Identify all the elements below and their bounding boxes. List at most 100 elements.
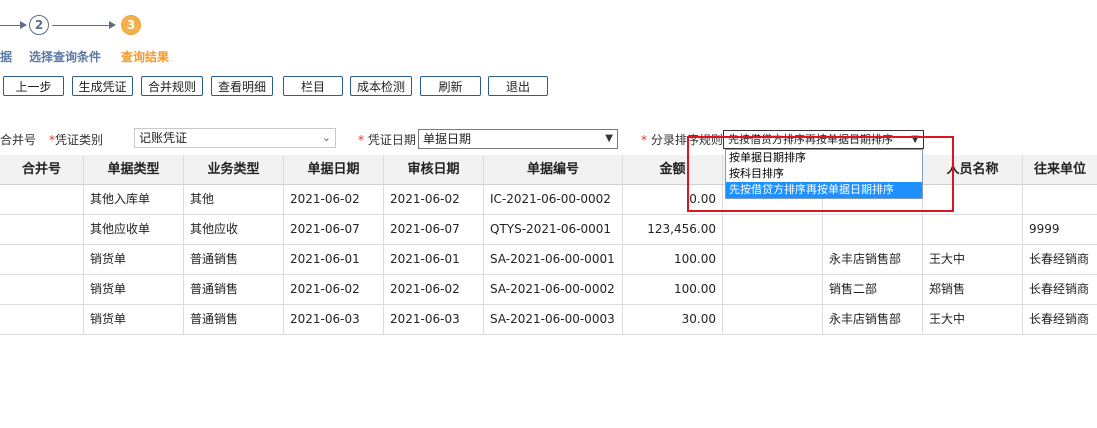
entry-sort-options-list: 按单据日期排序 按科目排序 先按借贷方排序再按单据日期排序 <box>725 149 923 199</box>
step-label-clipped: 据 <box>0 50 13 64</box>
columns-button[interactable]: 栏目 <box>283 76 343 96</box>
cell-business-type[interactable]: 其他应收 <box>184 215 284 245</box>
exit-button[interactable]: 退出 <box>488 76 548 96</box>
step-3-circle: 3 <box>121 15 141 35</box>
cell-amount[interactable]: 30.00 <box>623 305 723 335</box>
column-header-doc-type[interactable]: 单据类型 <box>84 155 184 185</box>
cell-amount[interactable]: 100.00 <box>623 245 723 275</box>
merge-rules-button[interactable]: 合并规则 <box>141 76 203 96</box>
entry-sort-value: 先按借贷方排序再按单据日期排序 <box>728 133 893 146</box>
entry-sort-option-selected[interactable]: 先按借贷方排序再按单据日期排序 <box>726 182 922 198</box>
cell-doc-date[interactable]: 2021-06-01 <box>284 245 384 275</box>
cell-business-type[interactable]: 普通销售 <box>184 275 284 305</box>
cost-check-button[interactable]: 成本检测 <box>350 76 412 96</box>
cell-audit-date[interactable]: 2021-06-03 <box>384 305 484 335</box>
entry-sort-select[interactable]: 先按借贷方排序再按单据日期排序 ▼ <box>723 130 924 149</box>
cell-counterparty[interactable]: 长春经销商 <box>1023 305 1097 335</box>
cell-merge-number[interactable] <box>0 245 84 275</box>
cell-counterparty[interactable]: 长春经销商 <box>1023 245 1097 275</box>
voucher-date-select[interactable]: 单据日期 ▼ <box>418 129 618 149</box>
entry-sort-option[interactable]: 按科目排序 <box>726 166 922 182</box>
cell-counterparty[interactable]: 长春经销商 <box>1023 275 1097 305</box>
column-header-amount[interactable]: 金额 <box>623 155 723 185</box>
column-header-person-name[interactable]: 人员名称 <box>923 155 1023 185</box>
step-connector <box>52 25 109 26</box>
cell-doc-type[interactable]: 销货单 <box>84 245 184 275</box>
cell-doc-number[interactable]: SA-2021-06-00-0003 <box>484 305 623 335</box>
cell-audit-date[interactable]: 2021-06-02 <box>384 275 484 305</box>
step-arrow-icon <box>109 21 116 29</box>
cell-business-type[interactable]: 普通销售 <box>184 245 284 275</box>
cell-audit-date[interactable]: 2021-06-07 <box>384 215 484 245</box>
required-mark: * <box>641 133 647 147</box>
cell-merge-number[interactable] <box>0 215 84 245</box>
voucher-type-select[interactable]: 记账凭证 ⌄ <box>134 128 336 148</box>
cell-merge-number[interactable] <box>0 305 84 335</box>
merge-number-label: 合并号 <box>0 133 37 147</box>
cell-counterparty[interactable]: 9999 <box>1023 215 1097 245</box>
step-arrow-icon <box>20 21 27 29</box>
refresh-button[interactable]: 刷新 <box>420 76 481 96</box>
cell-person-name[interactable]: 王大中 <box>923 245 1023 275</box>
step-connector <box>0 25 20 26</box>
dropdown-arrow-icon: ▼ <box>909 131 919 148</box>
cell-doc-date[interactable]: 2021-06-02 <box>284 185 384 215</box>
cell-counterparty[interactable] <box>1023 185 1097 215</box>
cell-doc-number[interactable]: SA-2021-06-00-0001 <box>484 245 623 275</box>
cell-business-type[interactable]: 普通销售 <box>184 305 284 335</box>
cell-doc-number[interactable]: QTYS-2021-06-0001 <box>484 215 623 245</box>
table-row[interactable]: 其他应收单 其他应收 2021-06-07 2021-06-07 QTYS-2021-0… <box>0 215 1097 245</box>
table-row[interactable]: 销货单 普通销售 2021-06-03 2021-06-03 SA-2021-06-00… <box>0 305 1097 335</box>
column-header-audit-date[interactable]: 审核日期 <box>384 155 484 185</box>
cell-audit-date[interactable]: 2021-06-01 <box>384 245 484 275</box>
cell-doc-number[interactable]: IC-2021-06-00-0002 <box>484 185 623 215</box>
voucher-date-label: * 凭证日期 <box>358 133 416 147</box>
cell-department[interactable]: 销售二部 <box>823 275 923 305</box>
table-row[interactable]: 其他入库单 其他 2021-06-02 2021-06-02 IC-2021-06-00… <box>0 185 1097 215</box>
cell-amount[interactable]: 100.00 <box>623 275 723 305</box>
cell-department[interactable]: 永丰店销售部 <box>823 245 923 275</box>
entry-sort-option[interactable]: 按单据日期排序 <box>726 150 922 166</box>
cell-hidden-1[interactable] <box>723 215 823 245</box>
cell-doc-type[interactable]: 其他入库单 <box>84 185 184 215</box>
cell-business-type[interactable]: 其他 <box>184 185 284 215</box>
table-row[interactable]: 销货单 普通销售 2021-06-01 2021-06-01 SA-2021-06-00… <box>0 245 1097 275</box>
cell-hidden-1[interactable] <box>723 275 823 305</box>
step-2-circle: 2 <box>29 15 49 35</box>
entry-sort-label: * 分录排序规则 <box>641 133 723 147</box>
required-mark: * <box>358 133 364 147</box>
column-header-counterparty[interactable]: 往来单位 <box>1023 155 1097 185</box>
column-header-doc-number[interactable]: 单据编号 <box>484 155 623 185</box>
cell-merge-number[interactable] <box>0 185 84 215</box>
cell-person-name[interactable] <box>923 215 1023 245</box>
cell-person-name[interactable] <box>923 185 1023 215</box>
cell-person-name[interactable]: 王大中 <box>923 305 1023 335</box>
view-details-button[interactable]: 查看明细 <box>211 76 273 96</box>
cell-doc-date[interactable]: 2021-06-02 <box>284 275 384 305</box>
cell-doc-number[interactable]: SA-2021-06-00-0002 <box>484 275 623 305</box>
cell-amount[interactable]: 0.00 <box>623 185 723 215</box>
column-header-merge-number[interactable]: 合并号 <box>0 155 84 185</box>
cell-hidden-1[interactable] <box>723 245 823 275</box>
cell-doc-date[interactable]: 2021-06-03 <box>284 305 384 335</box>
table-row[interactable]: 销货单 普通销售 2021-06-02 2021-06-02 SA-2021-06-00… <box>0 275 1097 305</box>
cell-merge-number[interactable] <box>0 275 84 305</box>
cell-department[interactable]: 永丰店销售部 <box>823 305 923 335</box>
cell-doc-type[interactable]: 销货单 <box>84 305 184 335</box>
cell-doc-date[interactable]: 2021-06-07 <box>284 215 384 245</box>
cell-amount[interactable]: 123,456.00 <box>623 215 723 245</box>
step-label-select-conditions[interactable]: 选择查询条件 <box>29 48 101 65</box>
column-header-business-type[interactable]: 业务类型 <box>184 155 284 185</box>
cell-doc-type[interactable]: 销货单 <box>84 275 184 305</box>
grid-header-row: 合并号 单据类型 业务类型 单据日期 审核日期 单据编号 金额 人员名称 往来单… <box>0 155 1097 185</box>
voucher-type-value: 记账凭证 <box>139 131 188 145</box>
generate-voucher-button[interactable]: 生成凭证 <box>72 76 133 96</box>
cell-person-name[interactable]: 郑销售 <box>923 275 1023 305</box>
step-label-query-results: 查询结果 <box>121 50 170 64</box>
prev-step-button[interactable]: 上一步 <box>3 76 64 96</box>
cell-doc-type[interactable]: 其他应收单 <box>84 215 184 245</box>
cell-audit-date[interactable]: 2021-06-02 <box>384 185 484 215</box>
column-header-doc-date[interactable]: 单据日期 <box>284 155 384 185</box>
cell-department[interactable] <box>823 215 923 245</box>
cell-hidden-1[interactable] <box>723 305 823 335</box>
